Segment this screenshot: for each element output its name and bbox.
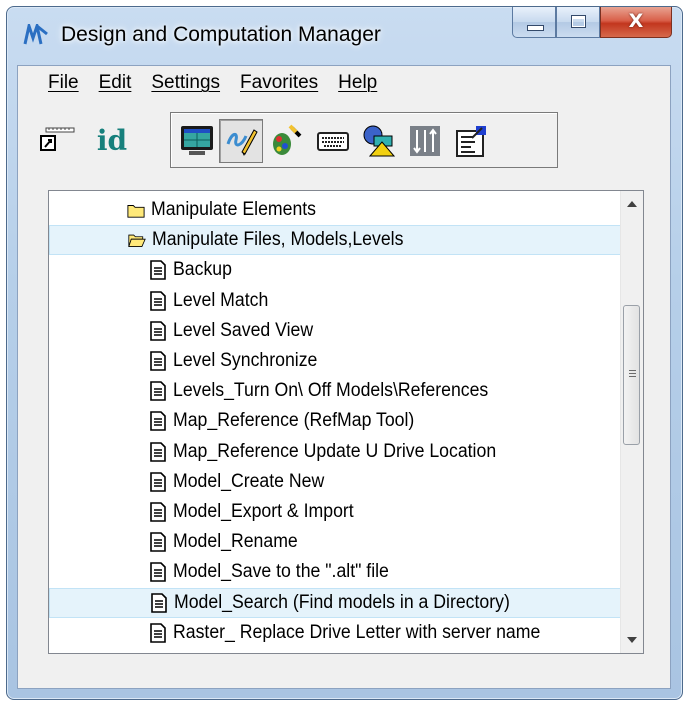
list-item-label: Model_Search (Find models in a Directory… [174,591,510,613]
list-item-label: Model_Export & Import [173,501,354,522]
id-label: id [96,123,128,157]
list-item[interactable]: Map_Reference Update U Drive Location [49,437,621,467]
list-item[interactable]: Level Saved View [49,316,621,346]
list-item-label: Level Synchronize [173,350,318,371]
document-icon [150,622,166,643]
toolbar-group [170,112,558,168]
scroll-down-icon [627,637,637,643]
list-item-label: Level Saved View [173,319,314,341]
scroll-up-button[interactable] [621,193,643,215]
scroll-up-icon [627,201,637,207]
keyboard-icon [317,132,349,151]
list-item[interactable]: Model_Create New [49,467,621,497]
shapes-button[interactable] [357,119,401,163]
document-icon [150,532,166,552]
document-icon [150,320,166,341]
palette-button[interactable] [265,119,309,163]
close-icon: X [628,10,644,32]
id-button[interactable]: id [90,118,134,162]
app-window: Design and Computation Manager X File Ed… [6,6,683,700]
window-title: Design and Computation Manager [61,23,381,46]
pencil-script-button[interactable] [219,119,263,163]
minimize-icon [527,25,544,31]
list-item-label: Map_Reference Update U Drive Location [173,440,497,462]
title-bar[interactable]: Design and Computation Manager X [7,7,682,57]
close-button[interactable]: X [600,7,672,38]
document-icon [150,351,166,371]
menu-settings[interactable]: Settings [151,72,220,94]
list-item[interactable]: Raster_ Replace Drive Letter with server… [49,618,621,648]
list-item[interactable]: Backup [49,255,621,285]
scroll-down-button[interactable] [621,629,643,651]
list-item[interactable]: Level Synchronize [49,346,621,376]
menu-bar: File Edit Settings Favorites Help [18,66,670,100]
monitor-button[interactable] [175,119,219,163]
levels-button[interactable] [403,119,447,163]
scroll-thumb[interactable] [623,305,640,445]
list-item-label: Map_Reference (RefMap Tool) [173,410,415,432]
properties-button[interactable] [449,119,493,163]
list-item[interactable]: Level Match [49,286,621,316]
maximize-button[interactable] [556,7,600,38]
list-item-label: Raster_ Replace Drive Letter with server… [173,621,541,643]
list-item-label: Levels_Turn On\ Off Models\References [173,380,489,402]
document-icon [150,441,166,462]
maximize-icon [571,15,586,28]
list-item-label: Model_Create New [173,470,325,492]
shapes-icon [363,125,396,157]
list-item[interactable]: Model_Rename [49,527,621,557]
list-item[interactable]: Levels_Turn On\ Off Models\References [49,376,621,406]
command-list[interactable]: Manipulate Elements Manipulate Files, Mod… [48,190,644,654]
list-item[interactable]: Manipulate Elements [49,195,621,225]
list-item-label: Level Match [173,289,269,311]
levels-icon [410,126,440,156]
toolbar: id [36,112,670,172]
list-item[interactable]: Model_Search (Find models in a Directory… [49,587,621,618]
menu-file[interactable]: File [48,72,79,94]
list-item-label: Manipulate Elements [151,199,317,220]
monitor-icon [181,126,213,155]
folder-closed-icon [127,205,145,218]
list-item[interactable]: Manipulate Files, Models,Levels [49,225,621,256]
pencil-script-icon [226,129,258,156]
menu-help[interactable]: Help [338,72,377,94]
list-item[interactable]: Map_Reference (RefMap Tool) [49,406,621,436]
folder-open-icon [128,234,146,248]
palette-icon [273,124,302,155]
list-item-label: Manipulate Files, Models,Levels [152,229,404,251]
list-item-label: Backup [173,259,232,281]
ruler-button[interactable] [36,118,80,162]
vertical-scrollbar[interactable] [620,191,643,653]
properties-icon [456,126,486,157]
keyboard-button[interactable] [311,119,355,163]
document-icon [150,562,166,583]
menu-edit[interactable]: Edit [99,72,132,94]
list-item[interactable]: Model_Save to the ".alt" file [49,557,621,587]
minimize-button[interactable] [512,7,556,38]
document-icon [150,290,166,311]
document-icon [150,411,166,432]
document-icon [151,592,167,613]
list-item-label: Model_Save to the ".alt" file [173,561,389,583]
menu-favorites[interactable]: Favorites [240,72,318,94]
ruler-icon [40,127,75,151]
document-icon [150,260,166,281]
document-icon [150,471,166,492]
document-icon [150,502,166,522]
list-item[interactable]: Model_Export & Import [49,497,621,527]
document-icon [150,381,166,401]
client-area: File Edit Settings Favorites Help id Man… [17,65,671,689]
app-logo-icon [23,24,48,45]
list-item-label: Model_Rename [173,531,298,553]
